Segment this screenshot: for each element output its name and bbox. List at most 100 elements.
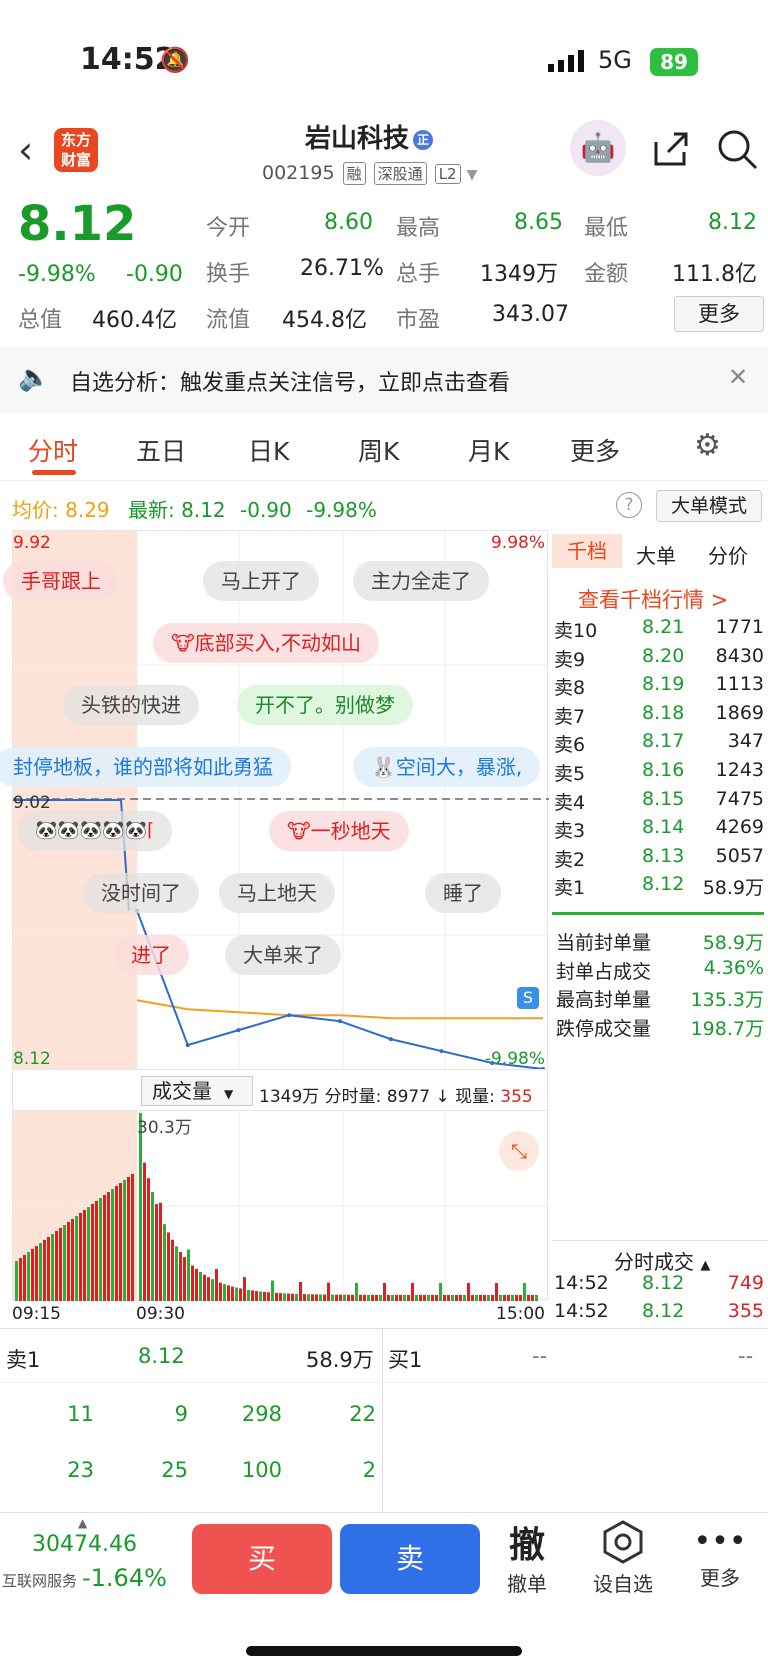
tab-indicator	[32, 470, 76, 475]
latest-label: 最新:	[128, 498, 175, 522]
comment-bubble[interactable]: 马上地天	[219, 873, 335, 913]
volume-bar	[455, 1294, 458, 1301]
comment-bubble[interactable]: 开不了。别做梦	[237, 685, 413, 725]
tab-more[interactable]: 更多	[570, 432, 620, 468]
index-value[interactable]: 30474.46	[32, 1532, 137, 1557]
cancel-order-button[interactable]: 撤 撤单	[496, 1516, 558, 1597]
help-icon[interactable]: ?	[616, 492, 642, 518]
price-chart-svg	[13, 531, 549, 1069]
volume-select[interactable]: 成交量 ▼	[141, 1076, 253, 1106]
volume-bar	[239, 1288, 242, 1301]
latest-chg: -0.90	[240, 498, 292, 522]
comment-bubble[interactable]: 手哥跟上	[3, 561, 119, 601]
s-marker-icon[interactable]: S	[517, 987, 539, 1009]
big-order-mode-button[interactable]: 大单模式	[656, 490, 762, 522]
tab-weekly[interactable]: 周K	[358, 432, 399, 468]
divider	[382, 1328, 383, 1512]
expand-icon[interactable]: ⤡	[499, 1131, 539, 1171]
ask-row[interactable]: 卖1 8.12 58.9万	[554, 873, 764, 901]
comment-bubble[interactable]: 进了	[113, 935, 189, 975]
volume-chart[interactable]: 30.3万 ⤡	[12, 1110, 549, 1301]
ask-level: 卖3	[554, 820, 586, 843]
stat-value: 58.9万	[702, 932, 764, 954]
queue-cell: 11	[67, 1402, 94, 1426]
volume-value: 1349万	[480, 262, 558, 287]
turnover-value: 26.71%	[300, 256, 384, 281]
buy-button[interactable]: 买	[192, 1524, 332, 1594]
comment-bubble[interactable]: 大单来了	[225, 935, 341, 975]
ask-volume: 1771	[715, 616, 764, 638]
volume-bar	[203, 1274, 206, 1301]
ask-row[interactable]: 卖4 8.15 7475	[554, 788, 764, 816]
more-quote-button[interactable]: 更多	[674, 296, 764, 332]
robot-avatar-icon[interactable]: 🤖	[570, 120, 626, 176]
share-icon[interactable]	[650, 128, 690, 172]
emoji-bubble[interactable]: 🐼🐼🐼🐼🐼⌈	[17, 811, 173, 851]
notice-bar[interactable]: 🔈 自选分析：触发重点关注信号，立即点击查看 ✕	[0, 347, 768, 413]
volume-bar	[55, 1231, 58, 1301]
comment-bubble[interactable]: 封停地板，谁的部将如此勇猛	[0, 747, 291, 787]
float-label: 流值	[206, 308, 251, 333]
trades-title[interactable]: 分时成交 ▲	[614, 1246, 710, 1275]
comment-text: 底部买入,不动如山	[194, 631, 362, 655]
comment-bubble[interactable]: 马上开了	[203, 561, 319, 601]
ask-row[interactable]: 卖5 8.16 1243	[554, 759, 764, 787]
comment-bubble[interactable]: 主力全走了	[353, 561, 489, 601]
add-watchlist-button[interactable]: 设自选	[586, 1520, 660, 1597]
volume-bar	[411, 1282, 414, 1301]
ask-row[interactable]: 卖10 8.21 1771	[554, 616, 764, 644]
notice-text: 自选分析：触发重点关注信号，立即点击查看	[70, 371, 511, 396]
tab-daily[interactable]: 日K	[248, 432, 289, 468]
tab-monthly[interactable]: 月K	[468, 432, 509, 468]
y-bottom-label: 8.12	[13, 1049, 51, 1069]
amount-value: 111.8亿	[672, 262, 757, 287]
tab-intraday[interactable]: 分时	[28, 432, 78, 468]
more-button[interactable]: ••• 更多	[690, 1522, 750, 1591]
comment-bubble[interactable]: 🐮一秒地天	[269, 811, 409, 851]
volume-bar	[175, 1246, 178, 1301]
ask-price: 8.12	[642, 873, 685, 896]
ask-volume: 1243	[715, 759, 764, 781]
comment-bubble[interactable]: 头铁的快进	[63, 685, 199, 725]
volume-info: 1349万 分时量: 8977 ↓ 现量: 355	[259, 1082, 533, 1107]
stat-label: 封单占成交	[556, 960, 652, 983]
comment-bubble[interactable]: 没时间了	[83, 873, 199, 913]
time-end: 15:00	[496, 1304, 545, 1324]
volume-bar	[107, 1192, 110, 1301]
comment-bubble[interactable]: 🐮底部买入,不动如山	[153, 623, 380, 663]
volume-bar	[243, 1277, 246, 1301]
settings-gear-icon[interactable]: ⚙	[694, 428, 721, 463]
tag-margin: 融	[342, 162, 366, 185]
tab-5day[interactable]: 五日	[136, 432, 186, 468]
ask-volume: 347	[727, 730, 764, 753]
ask-price: 8.16	[642, 759, 685, 781]
tag-level2[interactable]: L2	[434, 164, 461, 184]
chevron-down-icon[interactable]: ▼	[467, 167, 478, 183]
volume-bar	[207, 1277, 210, 1301]
volume-bar	[215, 1269, 218, 1301]
ask-price: 8.15	[642, 787, 685, 810]
sell-button[interactable]: 卖	[340, 1524, 480, 1594]
view-thousand-link[interactable]: 查看千档行情 >	[578, 584, 728, 614]
volume-bar	[167, 1232, 170, 1301]
tab-price-split[interactable]: 分价	[708, 540, 748, 569]
ask-row[interactable]: 卖9 8.20 8430	[554, 645, 764, 673]
ask-row[interactable]: 卖3 8.14 4269	[554, 816, 764, 844]
ask-row[interactable]: 卖6 8.17 347	[554, 730, 764, 758]
tab-big-order[interactable]: 大单	[636, 540, 676, 569]
tab-thousand[interactable]: 千档	[552, 534, 622, 568]
comment-bubble[interactable]: 🐰空间大，暴涨,	[353, 747, 541, 787]
ask-row[interactable]: 卖7 8.18 1869	[554, 702, 764, 730]
comment-bubble[interactable]: 睡了	[425, 873, 501, 913]
price-chart[interactable]: 9.92 9.98% 9.02 8.12 -9.98% S 手哥跟上 马上开了 …	[0, 530, 549, 1070]
price-point	[236, 1028, 241, 1033]
search-icon[interactable]	[716, 128, 758, 174]
volume-bar	[423, 1294, 426, 1301]
ask-row[interactable]: 卖2 8.13 5057	[554, 845, 764, 873]
volume-bar	[111, 1189, 114, 1301]
ask-volume: 5057	[715, 844, 764, 867]
ask-row[interactable]: 卖8 8.19 1113	[554, 673, 764, 701]
caret-up-icon[interactable]: ▲	[78, 1516, 87, 1530]
volume-bar	[151, 1191, 154, 1301]
close-icon[interactable]: ✕	[728, 363, 748, 391]
